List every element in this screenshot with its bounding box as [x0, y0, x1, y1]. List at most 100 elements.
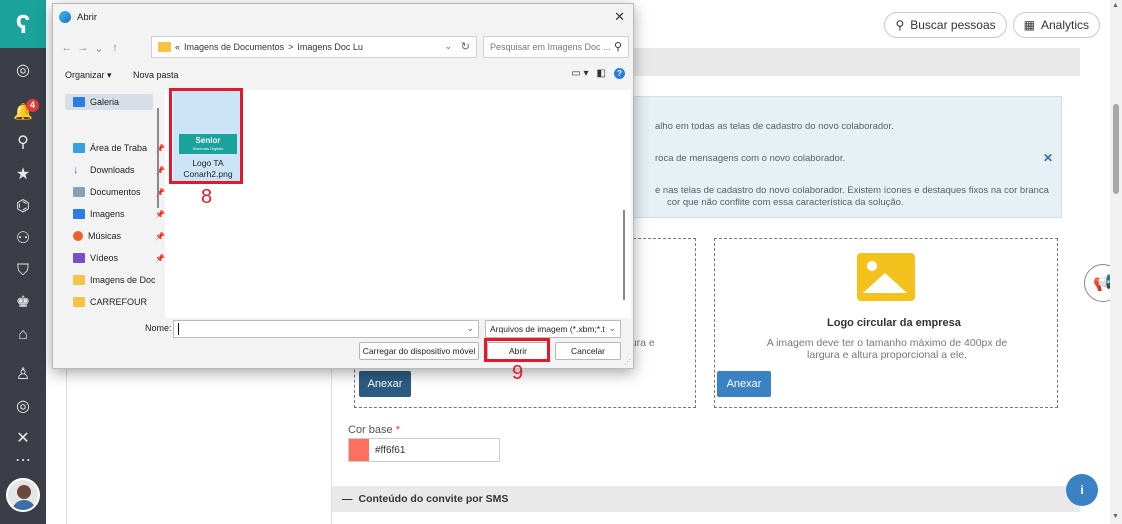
org-chart-icon[interactable]: ⌬ [0, 196, 46, 218]
info-fab-button[interactable]: i [1066, 474, 1098, 506]
close-icon[interactable]: ✕ [1043, 151, 1053, 165]
attach-circular-logo-button[interactable]: Anexar [717, 371, 771, 397]
close-icon[interactable]: ✕ [614, 9, 625, 25]
pin-icon: 📌 [155, 253, 165, 263]
search-people-button[interactable]: ⚲ Buscar pessoas [884, 12, 1007, 38]
scroll-up-icon[interactable]: ▲ [1112, 2, 1119, 9]
top-right-actions: ⚲ Buscar pessoas ▦ Analytics [884, 12, 1100, 38]
nav-item-folder-imagens-doc[interactable]: Imagens de Doc [73, 272, 165, 288]
back-arrow-icon[interactable]: ← [59, 42, 75, 54]
collapse-icon: — [342, 493, 353, 505]
document-icon [73, 187, 85, 197]
breadcrumb-item[interactable]: Imagens de Documentos [184, 42, 284, 52]
view-options-icon[interactable]: ▭ ▾ [571, 68, 588, 79]
address-row: ← → ⌄ ↑ « Imagens de Documentos > Imagen… [59, 36, 629, 60]
file-name-input[interactable]: ⌄ [173, 320, 479, 338]
target-icon[interactable]: ◎ [0, 396, 46, 418]
nav-item-folder-carrefour[interactable]: CARREFOUR [73, 294, 165, 310]
image-icon [857, 253, 915, 301]
gallery-icon [73, 97, 85, 107]
base-color-field[interactable]: #ff6f61 [348, 438, 500, 462]
nav-item-galeria[interactable]: Galeria [65, 94, 153, 110]
sms-section-title: Conteúdo do convite por SMS [358, 493, 509, 505]
x-icon[interactable]: ✕ [0, 428, 46, 450]
lock-icon[interactable]: ⌂ [0, 324, 46, 346]
user-avatar[interactable] [6, 478, 40, 512]
user-circle-icon[interactable]: ◎ [0, 60, 46, 82]
nav-item-pictures[interactable]: Imagens 📌 [73, 206, 165, 222]
organize-menu[interactable]: Organizar ▾ [65, 70, 112, 81]
grid-icon: ▦ [1023, 18, 1035, 32]
nav-item-label: Área de Traba [90, 143, 148, 153]
search-icon[interactable]: ⚲ [0, 132, 46, 154]
circular-logo-upload-box: Logo circular da empresa A imagem deve t… [714, 238, 1058, 408]
analytics-button[interactable]: ▦ Analytics [1012, 12, 1100, 38]
resize-grip-icon[interactable]: ⋰ [624, 358, 631, 366]
file-type-select[interactable]: Arquivos de imagem (*.xbm;*.t ⌄ [485, 320, 621, 338]
upload-from-mobile-button[interactable]: Carregar do dispositivo móvel [359, 342, 479, 360]
more-icon[interactable]: ⋯ [0, 450, 46, 472]
app-sidebar: ʕ ◎ 🔔 4 ⚲ ★ ⌬ ⚇ ⛉ ♚ ⌂ ♙ ◎ ✕ ⋯ [0, 0, 46, 524]
scroll-thumb[interactable] [1113, 104, 1119, 194]
team-icon[interactable]: ⚇ [0, 228, 46, 250]
nav-item-desktop[interactable]: Área de Traba 📌 [73, 140, 165, 156]
nav-item-label: Documentos [90, 187, 141, 197]
folder-search-input[interactable]: Pesquisar em Imagens Doc ... ⚲ [483, 36, 629, 58]
recent-chevron-icon[interactable]: ⌄ [91, 42, 107, 55]
nav-item-videos[interactable]: Vídeos 📌 [73, 250, 165, 266]
info-line-1: alho em todas as telas de cadastro do no… [655, 121, 894, 132]
address-bar[interactable]: « Imagens de Documentos > Imagens Doc Lu… [151, 36, 477, 58]
nav-item-downloads[interactable]: ↓ Downloads 📌 [73, 162, 165, 178]
base-color-value: #ff6f61 [375, 444, 406, 456]
chevron-down-icon[interactable]: ⌄ [444, 41, 452, 52]
nav-pane-scrollbar[interactable] [157, 108, 159, 208]
dialog-titlebar: Abrir [53, 4, 633, 30]
file-pane-scrollbar[interactable] [623, 210, 625, 300]
preview-pane-icon[interactable]: ◧ [597, 68, 606, 79]
circular-logo-desc: A imagem deve ter o tamanho máximo de 40… [766, 337, 1008, 361]
nav-item-documents[interactable]: Documentos 📌 [73, 184, 165, 200]
info-line-3: e nas telas de cadastro do novo colabora… [655, 185, 1049, 196]
forward-arrow-icon[interactable]: → [75, 42, 91, 54]
nav-item-label: CARREFOUR [90, 297, 148, 307]
pin-icon: 📌 [155, 209, 165, 219]
attach-logo-button[interactable]: Anexar [359, 371, 411, 397]
star-icon[interactable]: ★ [0, 164, 46, 186]
base-color-label: Cor base * [348, 424, 400, 436]
help-icon[interactable]: ? [614, 68, 625, 79]
notification-bell-icon[interactable]: 🔔 4 [0, 99, 46, 124]
nav-item-label: Vídeos [90, 253, 119, 263]
file-name-label: Nome: [145, 323, 172, 333]
annotation-box-file [169, 88, 243, 184]
page-scrollbar[interactable]: ▲ ▼ [1110, 0, 1122, 524]
info-line-4: cor que não conflite com essa caracterís… [667, 197, 904, 208]
refresh-icon[interactable]: ↻ [461, 40, 470, 53]
person-edit-icon[interactable]: ♙ [0, 364, 46, 386]
desktop-icon [73, 143, 85, 153]
cancel-button[interactable]: Cancelar [555, 342, 621, 360]
nav-item-music[interactable]: Músicas 📌 [73, 228, 165, 244]
new-folder-button[interactable]: Nova pasta [133, 70, 179, 80]
pictures-icon [73, 209, 85, 219]
scroll-down-icon[interactable]: ▼ [1112, 513, 1119, 520]
base-color-label-text: Cor base [348, 424, 393, 436]
breadcrumb-separator: > [288, 42, 294, 52]
annotation-step-9: 9 [512, 362, 524, 384]
shield-icon[interactable]: ⛉ [0, 260, 46, 282]
text-caret [178, 323, 179, 335]
breadcrumb-item[interactable]: Imagens Doc Lu [297, 42, 363, 52]
dialog-toolbar: Organizar ▾ Nova pasta ▭ ▾ ◧ ? [65, 68, 625, 86]
sms-section-header[interactable]: — Conteúdo do convite por SMS [332, 486, 1080, 512]
breadcrumb-overflow[interactable]: « [175, 42, 180, 52]
search-icon: ⚲ [895, 18, 905, 32]
folder-icon [73, 275, 85, 285]
circular-logo-title: Logo circular da empresa [827, 317, 961, 329]
color-swatch[interactable] [349, 439, 369, 461]
search-people-label: Buscar pessoas [910, 18, 996, 32]
senior-logo-icon[interactable]: ʕ [0, 0, 46, 48]
chevron-down-icon[interactable]: ⌄ [466, 323, 474, 334]
people-group-icon[interactable]: ♚ [0, 292, 46, 314]
pin-icon: 📌 [155, 231, 165, 241]
annotation-box-open [484, 338, 550, 362]
up-arrow-icon[interactable]: ↑ [107, 42, 123, 54]
